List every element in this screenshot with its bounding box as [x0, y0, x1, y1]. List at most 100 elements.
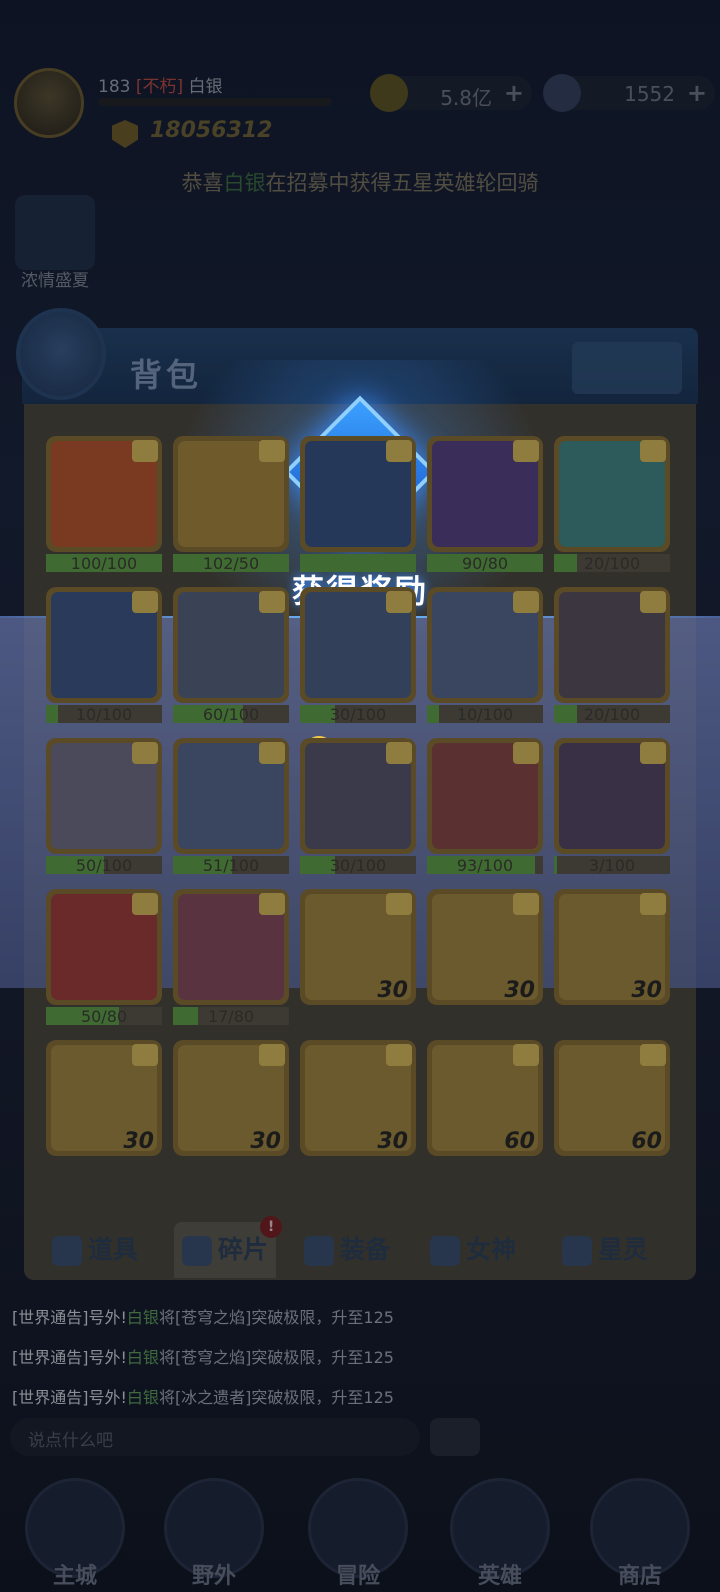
bag-item-slot[interactable]: 60	[554, 1040, 670, 1156]
fragment-progress-bar: 50/100	[46, 856, 162, 875]
puzzle-piece-icon	[259, 440, 285, 462]
chat-player: 白银	[126, 1348, 159, 1367]
item-count: 30	[377, 978, 408, 1003]
puzzle-piece-icon	[132, 893, 158, 915]
bag-item-slot[interactable]: 60	[427, 1040, 543, 1156]
puzzle-piece-icon	[513, 591, 539, 613]
puzzle-piece-icon	[259, 742, 285, 764]
puzzle-piece-icon	[640, 1044, 666, 1066]
puzzle-piece-icon	[513, 742, 539, 764]
fragment-progress-bar: 3/100	[554, 856, 670, 875]
puzzle-piece-icon	[386, 742, 412, 764]
progress-text: 10/100	[75, 705, 133, 724]
fragment-progress-bar: 50/80	[46, 1007, 162, 1026]
bag-item-slot[interactable]	[173, 436, 289, 552]
fragment-progress-bar: 90/80	[427, 554, 543, 573]
bag-item-slot[interactable]: 30	[554, 889, 670, 1005]
item-count: 60	[504, 1129, 535, 1154]
progress-text: 102/50	[202, 554, 260, 573]
progress-text: 93/100	[456, 856, 514, 875]
chat-line[interactable]: [世界通告]号外!白银将[冰之遗者]突破极限，升至125	[12, 1384, 394, 1408]
puzzle-piece-icon	[386, 893, 412, 915]
bag-item-slot[interactable]: 30	[300, 1040, 416, 1156]
puzzle-piece-icon	[513, 893, 539, 915]
bag-item-slot[interactable]: 30	[300, 889, 416, 1005]
puzzle-piece-icon	[513, 1044, 539, 1066]
progress-text: 20/100	[583, 554, 641, 573]
fragment-progress-bar: 100/100	[46, 554, 162, 573]
progress-text: 90/80	[461, 554, 509, 573]
puzzle-piece-icon	[386, 1044, 412, 1066]
puzzle-piece-icon	[640, 440, 666, 462]
puzzle-piece-icon	[259, 591, 285, 613]
progress-text: 60/100	[202, 705, 260, 724]
puzzle-piece-icon	[132, 1044, 158, 1066]
progress-fill	[300, 554, 416, 572]
bag-item-slot[interactable]	[300, 738, 416, 854]
item-count: 30	[504, 978, 535, 1003]
progress-text: 30/100	[329, 705, 387, 724]
progress-text: 50/100	[75, 856, 133, 875]
bag-item-slot[interactable]: 30	[427, 889, 543, 1005]
item-count: 30	[123, 1129, 154, 1154]
item-count: 30	[631, 978, 662, 1003]
item-count: 30	[250, 1129, 281, 1154]
fragment-progress-bar: 10/100	[46, 705, 162, 724]
chat-text: 将[冰之遗者]突破极限，升至125	[158, 1388, 394, 1407]
bag-item-slot[interactable]	[427, 587, 543, 703]
progress-text: 20/100	[583, 705, 641, 724]
item-count: 30	[377, 1129, 408, 1154]
puzzle-piece-icon	[513, 440, 539, 462]
chat-sender: 号外!	[88, 1388, 127, 1407]
bag-item-slot[interactable]	[46, 436, 162, 552]
chat-text: 将[苍穹之焰]突破极限，升至125	[158, 1348, 394, 1367]
bag-item-slot[interactable]	[46, 587, 162, 703]
fragment-progress-bar: 93/100	[427, 856, 543, 875]
puzzle-piece-icon	[386, 591, 412, 613]
fragment-progress-bar: 51/100	[173, 856, 289, 875]
chat-player: 白银	[126, 1308, 159, 1327]
puzzle-piece-icon	[386, 440, 412, 462]
bag-item-slot[interactable]	[554, 738, 670, 854]
fragment-progress-bar: 102/50	[173, 554, 289, 573]
fragment-progress-bar: 60/100	[173, 705, 289, 724]
progress-text: 17/80	[207, 1007, 255, 1026]
puzzle-piece-icon	[132, 440, 158, 462]
bag-item-slot[interactable]: 30	[173, 1040, 289, 1156]
bag-item-slot[interactable]	[554, 436, 670, 552]
chat-line[interactable]: [世界通告]号外!白银将[苍穹之焰]突破极限，升至125	[12, 1344, 394, 1368]
progress-text: 10/100	[456, 705, 514, 724]
puzzle-piece-icon	[259, 1044, 285, 1066]
item-count: 60	[631, 1129, 662, 1154]
bag-item-slot[interactable]	[173, 889, 289, 1005]
chat-line[interactable]: [世界通告]号外!白银将[苍穹之焰]突破极限，升至125	[12, 1304, 394, 1328]
progress-text: 50/80	[80, 1007, 128, 1026]
chat-channel: [世界通告]	[12, 1308, 89, 1327]
chat-channel: [世界通告]	[12, 1388, 89, 1407]
bag-item-slot[interactable]	[427, 436, 543, 552]
puzzle-piece-icon	[259, 893, 285, 915]
chat-channel: [世界通告]	[12, 1348, 89, 1367]
bag-item-slot[interactable]	[46, 738, 162, 854]
fragment-progress-bar: 20/100	[554, 705, 670, 724]
bag-item-slot[interactable]: 30	[46, 1040, 162, 1156]
bag-item-slot[interactable]	[300, 587, 416, 703]
puzzle-piece-icon	[132, 591, 158, 613]
bag-item-slot[interactable]	[427, 738, 543, 854]
bag-item-slot[interactable]	[554, 587, 670, 703]
chat-text: 将[苍穹之焰]突破极限，升至125	[158, 1308, 394, 1327]
progress-text: 30/100	[329, 856, 387, 875]
bag-item-slot[interactable]	[173, 587, 289, 703]
fragment-progress-bar: 30/100	[300, 705, 416, 724]
fragment-progress-bar: 20/100	[554, 554, 670, 573]
puzzle-piece-icon	[640, 591, 666, 613]
bag-item-slot[interactable]	[46, 889, 162, 1005]
puzzle-piece-icon	[640, 893, 666, 915]
puzzle-piece-icon	[132, 742, 158, 764]
bag-item-slot[interactable]	[173, 738, 289, 854]
fragment-progress-bar	[300, 554, 416, 572]
chat-sender: 号外!	[88, 1348, 127, 1367]
fragment-progress-bar: 17/80	[173, 1007, 289, 1026]
bag-item-slot[interactable]	[300, 436, 416, 552]
chat-sender: 号外!	[88, 1308, 127, 1327]
